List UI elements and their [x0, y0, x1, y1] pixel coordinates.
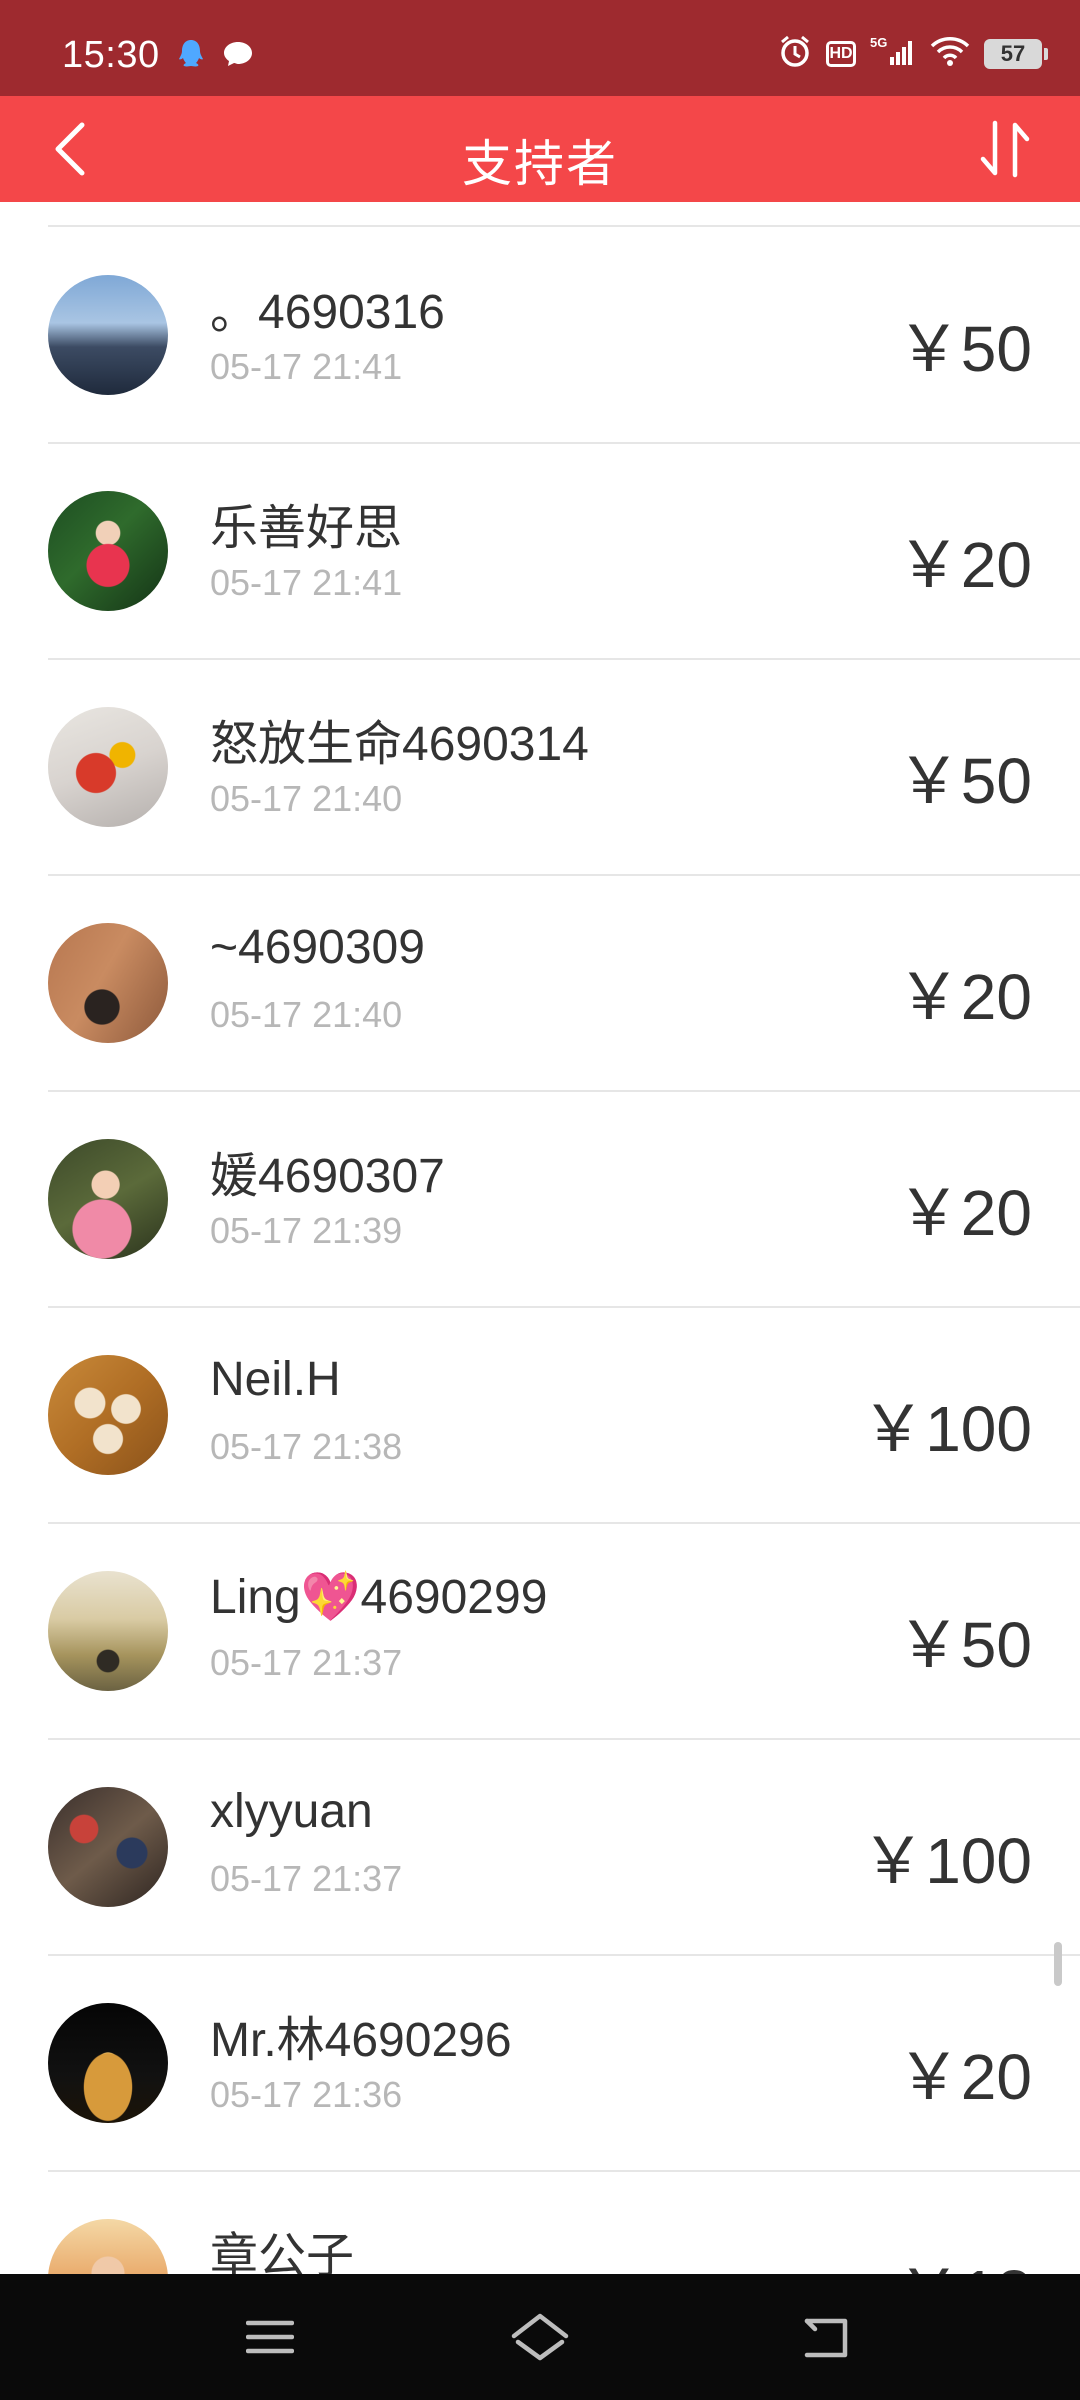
support-time: 05-17 21:40: [210, 778, 403, 819]
support-amount: ￥20: [896, 529, 1032, 601]
list-item[interactable]: 怒放生命4690314 05-17 21:40 ￥50: [0, 660, 1080, 876]
support-amount: ￥50: [896, 313, 1032, 385]
support-time: 05-17 21:39: [210, 1210, 403, 1251]
avatar: [48, 1139, 168, 1259]
support-amount: ￥100: [861, 1393, 1032, 1465]
support-amount: ￥20: [896, 2041, 1032, 2113]
divider: [48, 225, 1080, 227]
system-nav-bar: [0, 2274, 1080, 2400]
supporter-name: 乐善好思: [210, 502, 403, 555]
list-item[interactable]: Ling💖4690299 05-17 21:37 ￥50: [0, 1524, 1080, 1740]
list-item[interactable]: ~4690309 05-17 21:40 ￥20: [0, 876, 1080, 1092]
list-item[interactable]: 乐善好思 05-17 21:41 ￥20: [0, 444, 1080, 660]
avatar: [48, 491, 168, 611]
list-item[interactable]: xlyyuan 05-17 21:37 ￥100: [0, 1740, 1080, 1956]
wifi-icon: [930, 35, 970, 72]
supporter-name: Mr.林4690296: [210, 2014, 512, 2067]
sort-button[interactable]: [970, 114, 1040, 184]
list-item[interactable]: 媛4690307 05-17 21:39 ￥20: [0, 1092, 1080, 1308]
home-icon: [511, 2313, 569, 2361]
support-time: 05-17 21:37: [210, 1642, 403, 1683]
support-amount: ￥20: [896, 961, 1032, 1033]
battery-icon: 57: [984, 38, 1048, 69]
5g-signal-icon: 5G: [870, 35, 916, 72]
support-time: 05-17 21:38: [210, 1426, 403, 1467]
list-item[interactable]: Mr.林4690296 05-17 21:36 ￥20: [0, 1956, 1080, 2172]
avatar: [48, 275, 168, 395]
supporter-name: 怒放生命4690314: [210, 718, 589, 771]
home-button[interactable]: [505, 2304, 575, 2370]
status-bar: 15:30 HD 5G 57: [0, 0, 1080, 96]
supporter-name: 章公子: [210, 2230, 355, 2274]
support-time: 05-17 21:40: [210, 994, 403, 1035]
avatar: [48, 923, 168, 1043]
back-nav-button[interactable]: [790, 2304, 860, 2370]
support-amount: ￥20: [896, 1177, 1032, 1249]
support-amount: ￥18: [897, 2242, 1032, 2274]
avatar: [48, 1355, 168, 1475]
support-time: 05-17 21:37: [210, 1858, 403, 1899]
support-time: 05-17 21:36: [210, 2074, 403, 2115]
avatar: [48, 707, 168, 827]
back-icon: [804, 2318, 848, 2358]
scrollbar-thumb[interactable]: [1054, 1942, 1062, 1986]
supporter-name: 媛4690307: [210, 1150, 445, 1203]
avatar: [48, 1787, 168, 1907]
supporter-name: Neil.H: [210, 1353, 341, 1406]
status-system-icons: HD 5G 57: [778, 34, 1048, 73]
message-bubble-icon: [222, 40, 254, 73]
supporter-name: xlyyuan: [210, 1785, 373, 1838]
supporter-name: Ling💖4690299: [210, 1571, 548, 1624]
support-amount: ￥100: [861, 1825, 1032, 1897]
support-amount: ￥50: [896, 745, 1032, 817]
support-amount: ￥50: [896, 1609, 1032, 1681]
menu-button[interactable]: [235, 2304, 305, 2370]
list-item[interactable]: 章公子 ￥18: [0, 2172, 1080, 2274]
alarm-icon: [778, 34, 812, 73]
list-item[interactable]: 。4690316 05-17 21:41 ￥50: [0, 228, 1080, 444]
support-time: 05-17 21:41: [210, 562, 403, 603]
supporter-name: 。4690316: [210, 286, 445, 339]
avatar: [48, 1571, 168, 1691]
list-item[interactable]: Neil.H 05-17 21:38 ￥100: [0, 1308, 1080, 1524]
supporter-list[interactable]: 。4690316 05-17 21:41 ￥50 乐善好思 05-17 21:4…: [0, 202, 1080, 2274]
support-time: 05-17 21:41: [210, 346, 403, 387]
avatar: [48, 2003, 168, 2123]
page-title: 支持者: [462, 136, 618, 192]
supporter-name: ~4690309: [210, 921, 425, 974]
sort-arrows-icon: [980, 120, 1030, 178]
status-notification-icons: [178, 38, 254, 75]
status-time: 15:30: [62, 34, 160, 76]
menu-icon: [246, 2320, 294, 2354]
hd-icon: HD: [826, 40, 856, 67]
avatar: [48, 2219, 168, 2274]
qq-icon: [178, 38, 204, 75]
app-bar: 支持者: [0, 96, 1080, 202]
svg-text:5G: 5G: [870, 35, 887, 50]
